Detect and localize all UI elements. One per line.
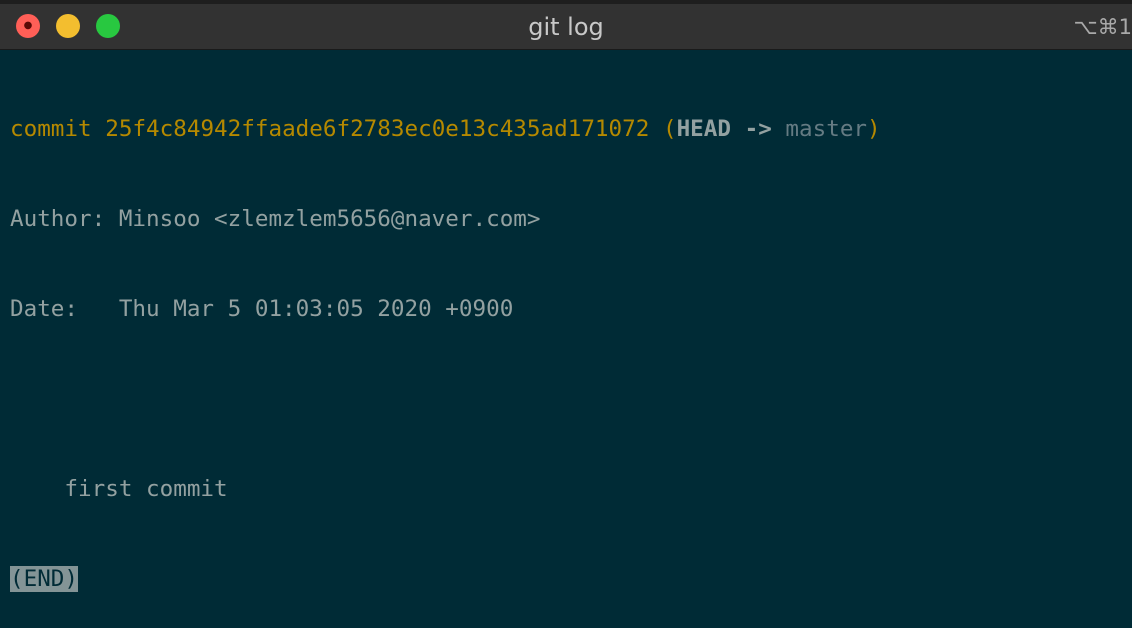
branch-ref: master xyxy=(785,116,868,142)
ref-paren-open: ( xyxy=(662,116,677,142)
keyboard-shortcut: ⌥⌘1 xyxy=(1073,15,1132,39)
head-ref: HEAD xyxy=(676,116,731,142)
pager-line: (END) xyxy=(10,564,881,594)
pager-end-marker: (END) xyxy=(10,566,79,592)
commit-label: commit xyxy=(10,116,92,142)
author-line: Author: Minsoo <zlemzlem5656@naver.com> xyxy=(10,206,541,232)
commit-line: commit 25f4c84942ffaade6f2783ec0e13c435a… xyxy=(10,114,881,144)
commit-message: first commit xyxy=(10,476,228,502)
window-title: git log xyxy=(528,13,604,41)
commit-hash: 25f4c84942ffaade6f2783ec0e13c435ad171072 xyxy=(105,116,650,142)
title-bar[interactable]: ● git log ⌥⌘1 xyxy=(0,0,1132,50)
ref-paren-close: ) xyxy=(867,116,881,142)
date-line: Date: Thu Mar 5 01:03:05 2020 +0900 xyxy=(10,296,514,322)
ref-arrow: -> xyxy=(744,116,772,142)
terminal-output[interactable]: commit 25f4c84942ffaade6f2783ec0e13c435a… xyxy=(10,54,881,628)
terminal-window: ● git log ⌥⌘1 commit 25f4c84942ffaade6f2… xyxy=(0,0,1132,628)
